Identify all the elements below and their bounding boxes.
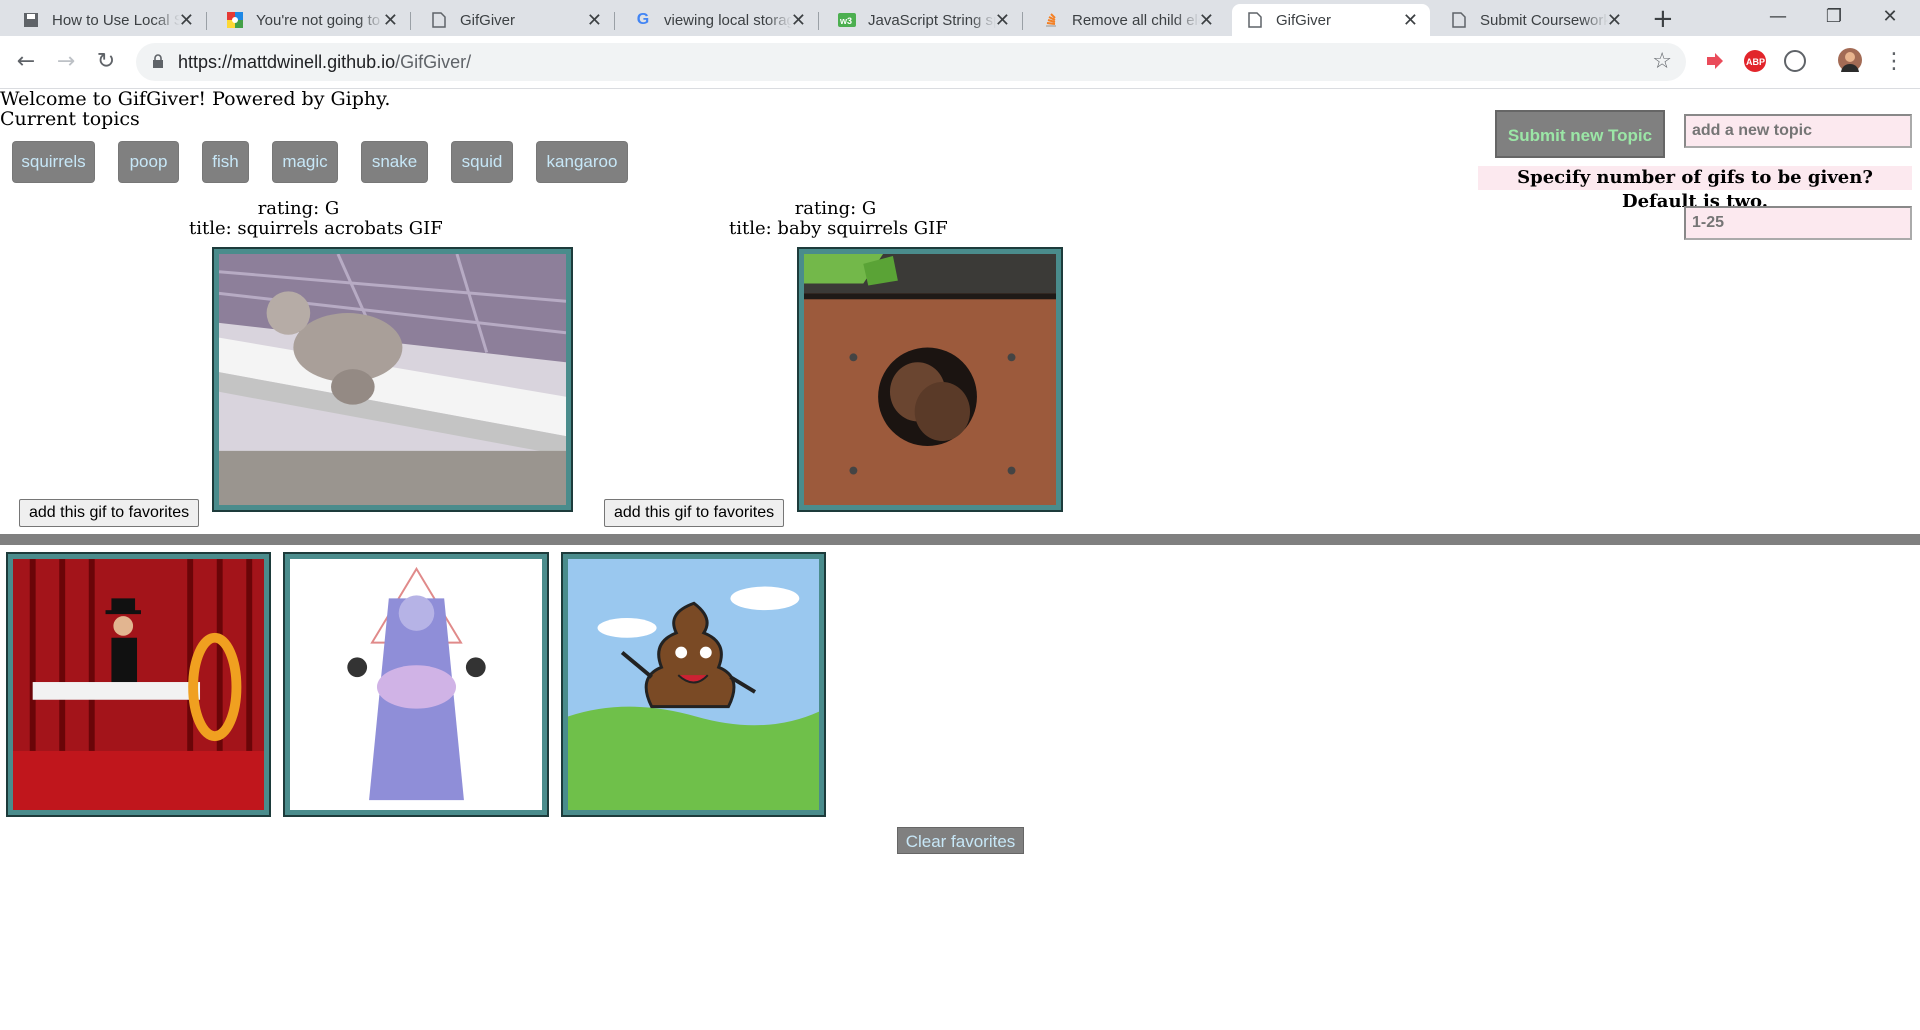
favorites-divider xyxy=(0,534,1920,545)
favorite-gif[interactable] xyxy=(6,552,271,817)
close-icon[interactable]: ✕ xyxy=(587,10,602,31)
save-icon xyxy=(22,11,40,29)
topic-button-squid[interactable]: squid xyxy=(452,142,512,182)
browser-tab[interactable]: G viewing local storage ✕ xyxy=(620,4,819,36)
topic-button-snake[interactable]: snake xyxy=(362,142,427,182)
tab-title: Submit Coursework xyxy=(1480,11,1608,29)
dancing-poop-image xyxy=(568,559,819,810)
stack-icon xyxy=(1042,11,1060,29)
gif-count-input[interactable] xyxy=(1684,206,1912,240)
browser-tab[interactable]: w3 JavaScript String split ✕ xyxy=(824,4,1023,36)
tab-title: GifGiver xyxy=(460,11,516,29)
page-body: Welcome to GifGiver! Powered by Giphy. C… xyxy=(0,89,1920,1030)
tab-strip: How to Use Local Storage ✕ You're not go… xyxy=(0,0,1920,36)
reload-icon[interactable]: ↻ xyxy=(90,46,122,78)
bookmark-star-icon[interactable]: ☆ xyxy=(1652,49,1672,74)
browser-tab[interactable]: You're not going to ✕ xyxy=(212,4,411,36)
address-bar[interactable]: https://mattdwinell.github.io/GifGiver/ … xyxy=(136,43,1686,81)
new-topic-input[interactable] xyxy=(1684,114,1912,148)
gif-image[interactable] xyxy=(797,247,1063,512)
gif-image[interactable] xyxy=(212,247,573,512)
close-icon[interactable]: ✕ xyxy=(995,10,1010,31)
welcome-text: Welcome to GifGiver! Powered by Giphy. xyxy=(0,88,391,110)
favorite-gif[interactable] xyxy=(283,552,549,817)
new-tab-icon[interactable]: + xyxy=(1652,4,1674,34)
add-favorite-button[interactable]: add this gif to favorites xyxy=(604,499,785,527)
topic-button-squirrels[interactable]: squirrels xyxy=(13,142,94,182)
gif-rating: rating: G xyxy=(257,198,340,219)
window-close-icon[interactable]: ✕ xyxy=(1862,0,1918,36)
favorite-gif[interactable] xyxy=(561,552,826,817)
avatar[interactable] xyxy=(1838,48,1862,72)
abp-icon[interactable]: ABP xyxy=(1744,50,1766,72)
page-icon xyxy=(1246,11,1264,29)
google-icon: G xyxy=(636,11,650,28)
red-arrow-icon[interactable] xyxy=(1704,50,1726,72)
add-favorite-button[interactable]: add this gif to favorites xyxy=(19,499,200,527)
gif-count-label: Specify number of gifs to be given? Defa… xyxy=(1478,166,1912,212)
submit-topic-button[interactable]: Submit new Topic xyxy=(1495,110,1665,158)
w3-icon: w3 xyxy=(838,11,856,29)
browser-tab[interactable]: GifGiver ✕ xyxy=(416,4,615,36)
browser-toolbar: ← → ↻ https://mattdwinell.github.io/GifG… xyxy=(0,36,1920,89)
abp-label: ABP xyxy=(1746,57,1765,67)
close-icon[interactable]: ✕ xyxy=(791,10,806,31)
gif-title: title: squirrels acrobats GIF xyxy=(189,218,443,239)
lock-icon xyxy=(153,54,163,68)
topic-button-kangaroo[interactable]: kangaroo xyxy=(537,142,627,182)
meditating-figure-image xyxy=(290,559,542,810)
tab-title: You're not going to xyxy=(256,11,381,29)
close-icon[interactable]: ✕ xyxy=(1403,10,1418,31)
back-icon[interactable]: ← xyxy=(10,46,42,78)
topic-button-poop[interactable]: poop xyxy=(119,142,178,182)
browser-tab[interactable]: Submit Coursework ✕ xyxy=(1436,4,1634,36)
gif-rating: rating: G xyxy=(794,198,877,219)
close-icon[interactable]: ✕ xyxy=(179,10,194,31)
url-text: https://mattdwinell.github.io/GifGiver/ xyxy=(178,52,472,72)
browser-tab[interactable]: How to Use Local Storage ✕ xyxy=(8,4,207,36)
pinwheel-icon xyxy=(226,11,244,29)
close-icon[interactable]: ✕ xyxy=(383,10,398,31)
squirrel-on-roof-image xyxy=(219,254,566,505)
clear-favorites-button[interactable]: Clear favorites xyxy=(897,827,1024,854)
browser-tab-active[interactable]: GifGiver ✕ xyxy=(1232,4,1430,36)
tab-title: GifGiver xyxy=(1276,11,1332,29)
tab-title: How to Use Local Storage xyxy=(52,11,180,29)
magician-levitation-image xyxy=(13,559,264,810)
maximize-icon[interactable]: ❐ xyxy=(1806,0,1862,36)
browser-tab[interactable]: Remove all child elements ✕ xyxy=(1028,4,1226,36)
baby-squirrels-birdhouse-image xyxy=(804,254,1056,505)
tab-title: JavaScript String split xyxy=(868,11,996,29)
page-icon xyxy=(430,11,448,29)
menu-icon[interactable]: ⋮ xyxy=(1878,46,1910,78)
svg-text:w3: w3 xyxy=(839,16,852,26)
close-icon[interactable]: ✕ xyxy=(1199,10,1214,31)
minimize-icon[interactable]: — xyxy=(1750,0,1806,36)
forward-icon[interactable]: → xyxy=(50,46,82,78)
tab-title: Remove all child elements xyxy=(1072,11,1200,29)
topic-button-fish[interactable]: fish xyxy=(203,142,248,182)
topic-button-magic[interactable]: magic xyxy=(273,142,337,182)
circle-ext-icon[interactable] xyxy=(1784,50,1806,72)
tab-title: viewing local storage xyxy=(664,11,792,29)
gif-title: title: baby squirrels GIF xyxy=(729,218,948,239)
page-icon xyxy=(1450,11,1468,29)
close-icon[interactable]: ✕ xyxy=(1607,10,1622,31)
current-topics-label: Current topics xyxy=(0,108,140,130)
